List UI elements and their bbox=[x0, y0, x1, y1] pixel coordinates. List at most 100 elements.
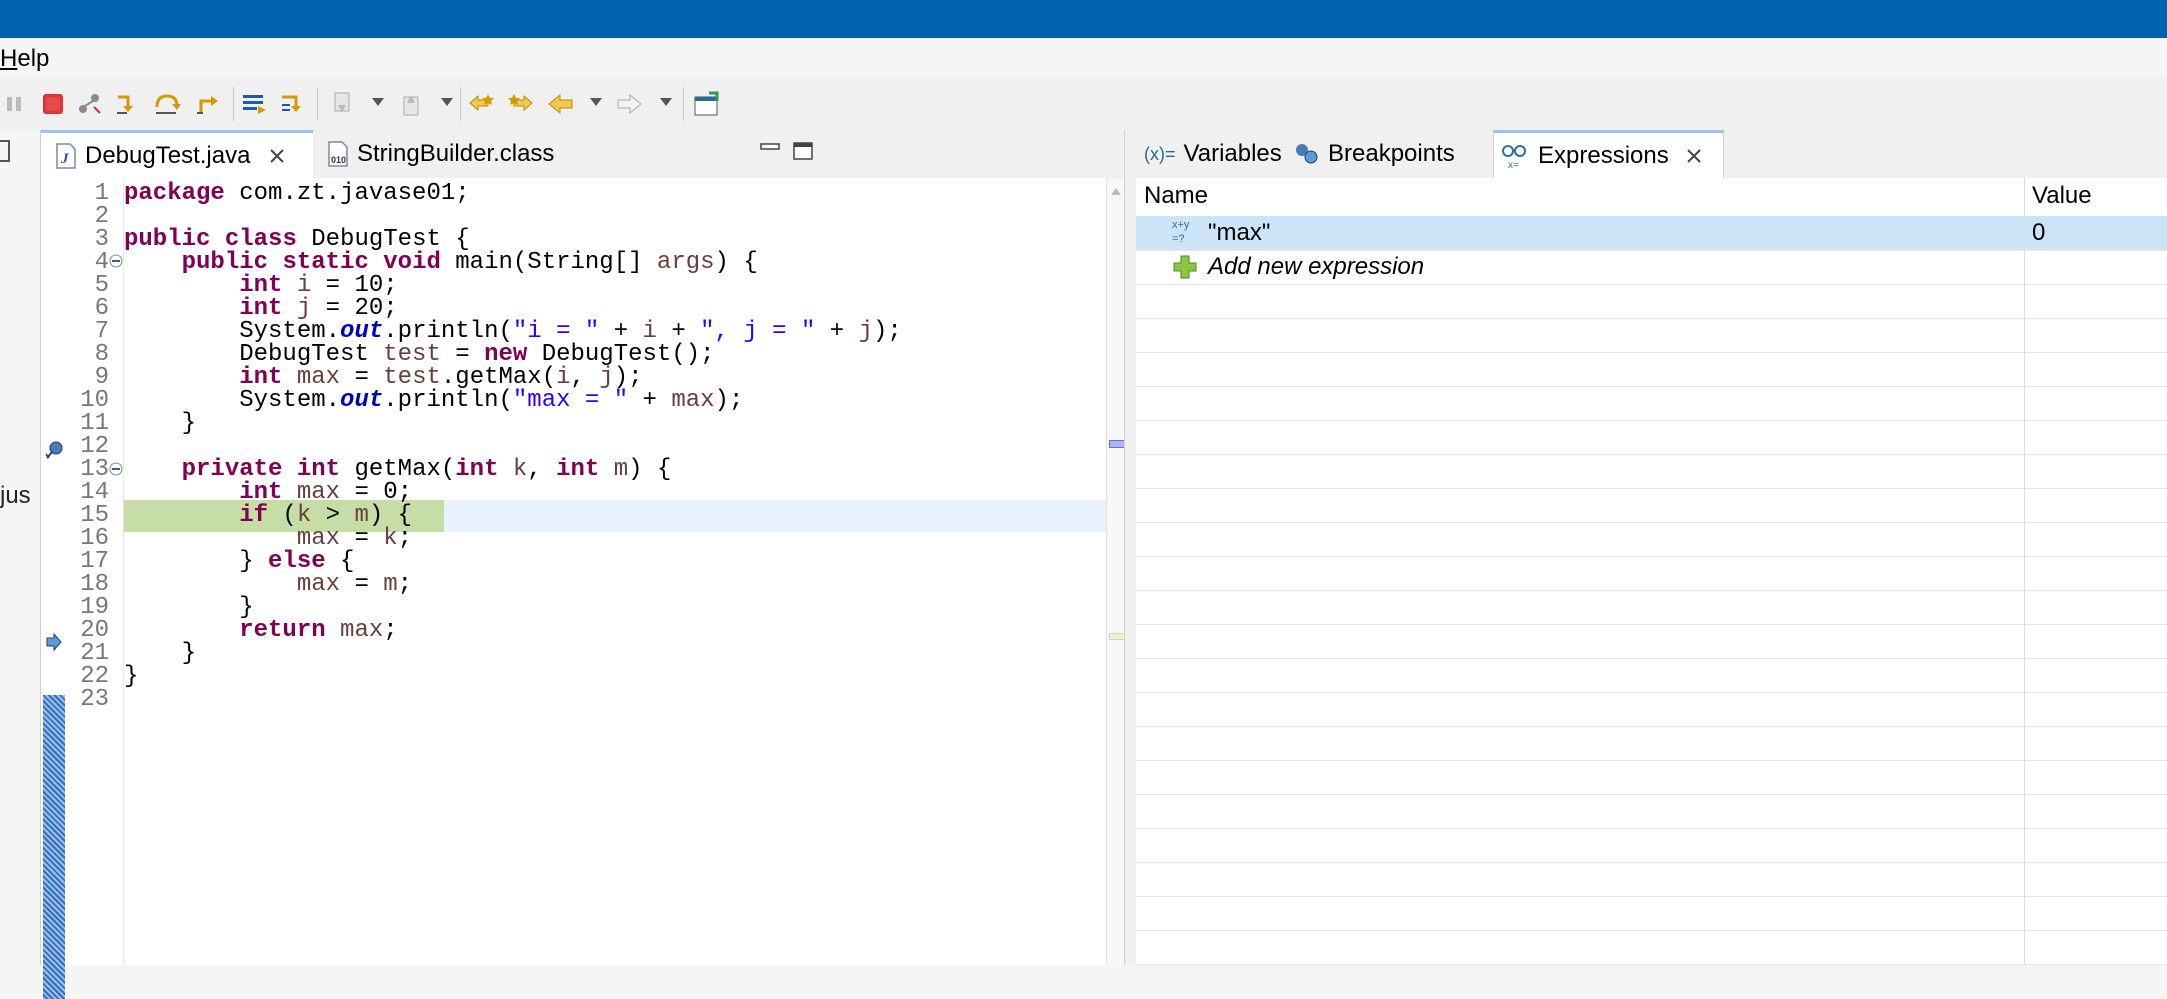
minimize-icon[interactable] bbox=[759, 140, 781, 162]
empty-row bbox=[1136, 760, 2167, 795]
menu-bar: Help bbox=[0, 38, 2167, 77]
drop-to-frame-icon[interactable] bbox=[241, 91, 269, 117]
expressions-table-header: Name Value bbox=[1136, 178, 2167, 216]
next-annotation-dropdown-icon[interactable] bbox=[372, 98, 384, 106]
tab-stringbuilder-class[interactable]: 010 StringBuilder.class bbox=[319, 130, 639, 178]
instruction-pointer-icon bbox=[46, 632, 62, 652]
tab-debugtest-java[interactable]: J DebugTest.java bbox=[41, 130, 313, 178]
terminate-icon[interactable] bbox=[40, 91, 68, 117]
tab-variables[interactable]: (x)= Variables bbox=[1136, 130, 1288, 178]
empty-row bbox=[1136, 794, 2167, 829]
resume-icon[interactable] bbox=[2, 91, 30, 117]
tab-breakpoints[interactable]: Breakpoints bbox=[1288, 130, 1486, 178]
tab-label: Variables bbox=[1183, 140, 1282, 167]
code-line: } bbox=[124, 410, 197, 437]
close-icon[interactable] bbox=[268, 147, 286, 165]
empty-row bbox=[1136, 420, 2167, 455]
maximize-icon[interactable] bbox=[792, 140, 814, 162]
toolbar-separator bbox=[460, 87, 461, 121]
step-into-icon[interactable] bbox=[114, 91, 142, 117]
column-header-name[interactable]: Name bbox=[1144, 182, 1208, 210]
restore-icon[interactable] bbox=[0, 140, 10, 162]
open-perspective-icon[interactable] bbox=[693, 91, 721, 117]
help-mnemonic: H bbox=[0, 45, 18, 72]
empty-row bbox=[1136, 284, 2167, 319]
empty-row bbox=[1136, 454, 2167, 489]
menu-help[interactable]: Help bbox=[0, 45, 49, 73]
empty-row bbox=[1136, 726, 2167, 761]
debug-views-panel: (x)= Variables Breakpoints x= Expression… bbox=[1136, 130, 2167, 965]
code-line: } bbox=[124, 663, 139, 690]
empty-row bbox=[1136, 386, 2167, 421]
empty-row bbox=[1136, 862, 2167, 897]
empty-row bbox=[1136, 522, 2167, 557]
toolbar-separator bbox=[683, 87, 684, 121]
code-area[interactable]: package com.zt.javase01; public class De… bbox=[123, 178, 1107, 965]
toolbar-separator bbox=[317, 87, 318, 121]
left-panel-text: jus bbox=[0, 482, 31, 509]
tab-label: DebugTest.java bbox=[85, 141, 251, 169]
current-line-marker[interactable] bbox=[1109, 633, 1125, 640]
scroll-up-icon[interactable] bbox=[1110, 186, 1122, 196]
add-new-expression-label: Add new expression bbox=[1208, 253, 1425, 280]
tab-label: Breakpoints bbox=[1328, 140, 1455, 167]
use-step-filters-icon[interactable] bbox=[279, 91, 307, 117]
empty-row bbox=[1136, 692, 2167, 727]
last-edit-back-icon[interactable] bbox=[468, 91, 496, 117]
svg-text:=?: =? bbox=[1172, 233, 1185, 245]
breakpoint-marker[interactable] bbox=[1109, 440, 1125, 448]
fold-collapse-icon[interactable] bbox=[109, 462, 123, 476]
line-number-gutter: 1 2 3 4 5 6 7 8 9 10 11 12 13 14 15 16 1… bbox=[65, 178, 123, 965]
step-over-icon[interactable] bbox=[153, 91, 181, 117]
step-return-icon[interactable] bbox=[195, 91, 223, 117]
svg-text:J: J bbox=[60, 151, 69, 167]
empty-row bbox=[1136, 488, 2167, 523]
breakpoints-icon bbox=[1296, 144, 1318, 164]
forward-dropdown-icon[interactable] bbox=[660, 98, 672, 106]
watch-expression-icon: x+y =? bbox=[1172, 219, 1190, 245]
fold-collapse-icon[interactable] bbox=[109, 254, 123, 268]
empty-row bbox=[1136, 556, 2167, 591]
empty-row bbox=[1136, 658, 2167, 693]
code-line: System.out.println("max = " + max); bbox=[124, 387, 744, 414]
overview-ruler[interactable] bbox=[1106, 178, 1125, 965]
add-expression-row[interactable]: Add new expression bbox=[1136, 250, 2167, 285]
empty-row bbox=[1136, 896, 2167, 931]
column-header-value[interactable]: Value bbox=[2032, 182, 2092, 210]
add-icon bbox=[1173, 255, 1197, 279]
previous-annotation-dropdown-icon[interactable] bbox=[441, 98, 453, 106]
back-dropdown-icon[interactable] bbox=[590, 98, 602, 106]
vertical-ruler bbox=[41, 178, 65, 999]
forward-icon[interactable] bbox=[615, 91, 643, 117]
column-divider[interactable] bbox=[2024, 178, 2025, 965]
line-number: 23 bbox=[80, 686, 109, 713]
next-annotation-icon[interactable] bbox=[329, 91, 357, 117]
breakpoint-icon[interactable] bbox=[45, 440, 65, 460]
toolbar-separator bbox=[233, 87, 234, 121]
previous-annotation-icon[interactable] bbox=[398, 91, 426, 117]
empty-row bbox=[1136, 624, 2167, 659]
tab-label: StringBuilder.class bbox=[357, 140, 555, 167]
expression-name: "max" bbox=[1208, 219, 1271, 246]
svg-text:x=: x= bbox=[1508, 160, 1519, 169]
close-icon[interactable] bbox=[1685, 147, 1703, 165]
java-file-icon: J bbox=[56, 142, 76, 169]
last-edit-forward-icon[interactable] bbox=[506, 91, 534, 117]
views-tab-bar: (x)= Variables Breakpoints x= Expression… bbox=[1136, 130, 2167, 179]
editor-body: 1 2 3 4 5 6 7 8 9 10 11 12 13 14 15 16 1… bbox=[41, 178, 1125, 999]
tab-expressions[interactable]: x= Expressions bbox=[1493, 130, 1724, 178]
tab-label: Expressions bbox=[1538, 141, 1669, 169]
expression-row[interactable]: x+y =? "max" 0 bbox=[1136, 216, 2167, 251]
variables-icon: (x)= bbox=[1144, 143, 1176, 164]
window-titlebar bbox=[0, 0, 2167, 38]
expressions-icon: x= bbox=[1502, 144, 1526, 169]
expression-value: 0 bbox=[2032, 219, 2046, 246]
editor-tab-bar: J DebugTest.java 010 StringBuilder.class bbox=[41, 130, 1124, 179]
disconnect-icon[interactable] bbox=[76, 91, 104, 117]
method-range-indicator bbox=[43, 695, 65, 999]
code-line: package com.zt.javase01; bbox=[124, 180, 470, 207]
help-rest: elp bbox=[17, 45, 50, 72]
svg-text:x+y: x+y bbox=[1172, 219, 1190, 231]
back-icon[interactable] bbox=[547, 91, 575, 117]
empty-row bbox=[1136, 828, 2167, 863]
